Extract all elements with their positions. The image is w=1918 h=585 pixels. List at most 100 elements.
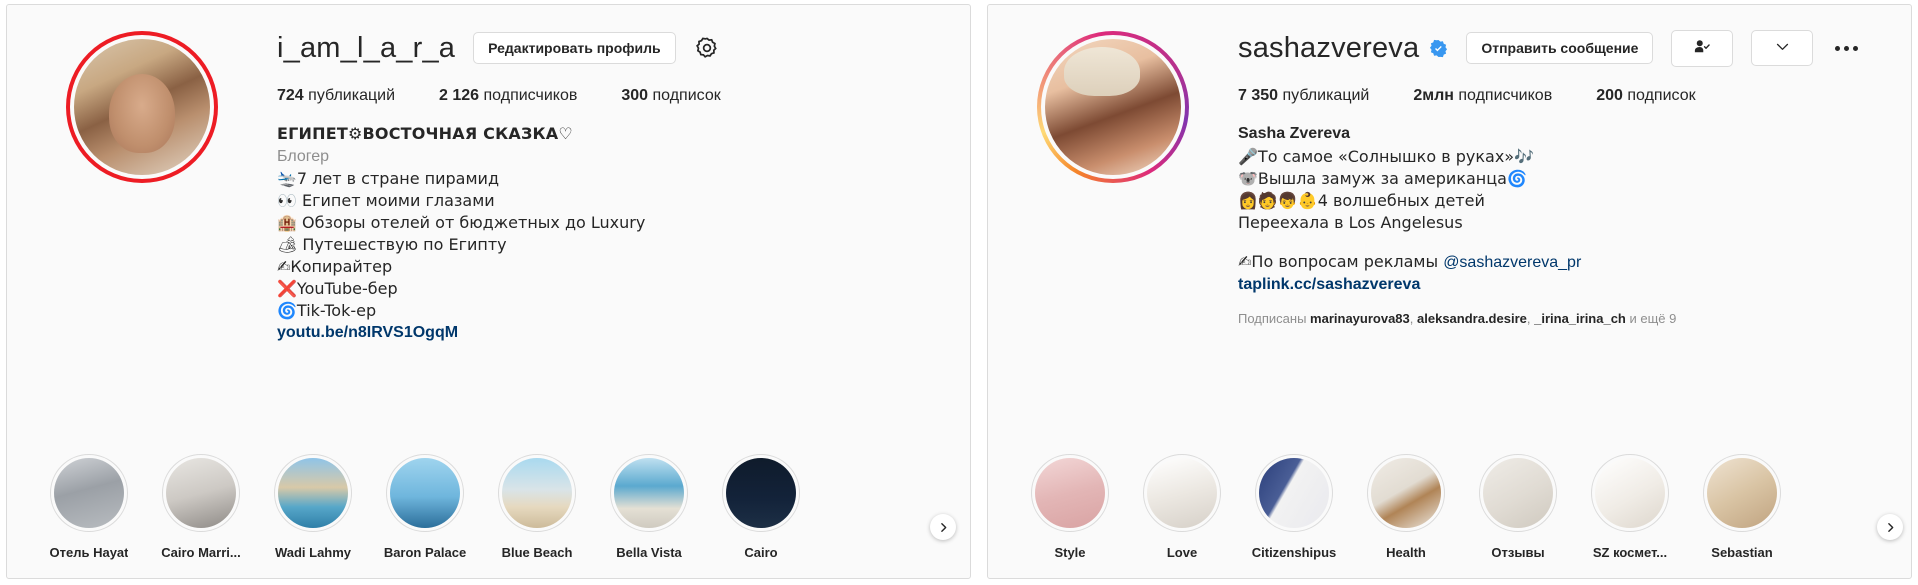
highlight-item[interactable]: SZ космет... bbox=[1574, 454, 1686, 560]
person-check-icon bbox=[1693, 38, 1711, 59]
following-button[interactable] bbox=[1671, 29, 1734, 67]
profile-header-right: sashazvereva Отправить сообщение 7 350 п… bbox=[988, 5, 1911, 328]
bio-line: 🏨 Обзоры отелей от бюджетных до Luxury bbox=[277, 213, 646, 232]
username-row-left: i_am_l_a_r_a Редактировать профиль bbox=[277, 31, 970, 65]
profile-panel-right: sashazvereva Отправить сообщение 7 350 п… bbox=[987, 4, 1912, 579]
bio-line: ❌YouTube-бер bbox=[277, 279, 398, 298]
story-ring[interactable] bbox=[66, 31, 218, 183]
highlight-thumb bbox=[1367, 454, 1445, 532]
highlight-thumb bbox=[1479, 454, 1557, 532]
highlights-next-arrow[interactable] bbox=[1877, 514, 1903, 540]
bio-ad-prefix: ✍По вопросам рекламы bbox=[1238, 252, 1444, 271]
followed-by-name[interactable]: marinayurova83 bbox=[1310, 311, 1410, 326]
avatar[interactable] bbox=[1045, 39, 1181, 175]
highlight-item[interactable]: Style bbox=[1014, 454, 1126, 560]
stat-posts[interactable]: 7 350 публикаций bbox=[1238, 87, 1369, 105]
stats-row-left: 724 публикаций 2 126 подписчиков 300 под… bbox=[277, 87, 970, 105]
bio-spacer bbox=[1238, 234, 1911, 251]
highlight-label: Отель Hayat bbox=[49, 545, 129, 560]
highlight-label: Wadi Lahmy bbox=[274, 545, 352, 560]
bio-line: 🐨Вышла замуж за американца🌀 bbox=[1238, 169, 1527, 188]
highlight-thumb bbox=[1031, 454, 1109, 532]
profile-panel-left: i_am_l_a_r_a Редактировать профиль 724 п… bbox=[6, 4, 971, 579]
edit-profile-button[interactable]: Редактировать профиль bbox=[473, 32, 676, 64]
stat-followers[interactable]: 2 126 подписчиков bbox=[439, 87, 577, 105]
send-message-button[interactable]: Отправить сообщение bbox=[1466, 32, 1654, 64]
username-row-right: sashazvereva Отправить сообщение bbox=[1238, 29, 1911, 67]
bio-external-link[interactable]: youtu.be/n8IRVS1OgqM bbox=[277, 322, 970, 344]
stat-following[interactable]: 300 подписок bbox=[621, 87, 720, 105]
followed-by-name[interactable]: _irina_irina_ch bbox=[1534, 311, 1626, 326]
highlight-thumb bbox=[162, 454, 240, 532]
highlight-thumb bbox=[1255, 454, 1333, 532]
stat-posts-value: 7 350 bbox=[1238, 87, 1279, 104]
highlight-item[interactable]: Cairo Marri... bbox=[145, 454, 257, 560]
highlights-row-right: Style Love Citizenshipus Health Отзывы S… bbox=[988, 454, 1911, 578]
highlight-label: Sebastian bbox=[1711, 545, 1773, 560]
highlight-item[interactable]: Sebastian bbox=[1686, 454, 1798, 560]
stats-row-right: 7 350 публикаций 2млн подписчиков 200 по… bbox=[1238, 87, 1911, 105]
highlight-thumb bbox=[386, 454, 464, 532]
stat-followers-value: 2 126 bbox=[439, 87, 480, 104]
gear-icon[interactable] bbox=[694, 35, 720, 61]
stat-following[interactable]: 200 подписок bbox=[1596, 87, 1695, 105]
profile-dropdown-button[interactable] bbox=[1751, 30, 1814, 66]
story-ring-inner bbox=[70, 35, 214, 179]
highlight-thumb bbox=[1143, 454, 1221, 532]
followed-by-suffix[interactable]: и ещё 9 bbox=[1626, 311, 1677, 326]
stat-posts-label: публикаций bbox=[1282, 87, 1370, 104]
stat-followers-label: подписчиков bbox=[483, 87, 578, 104]
bio-line: 👩🧑👦👶4 волшебных детей bbox=[1238, 191, 1485, 210]
chevron-down-icon bbox=[1774, 38, 1791, 58]
highlight-label: Blue Beach bbox=[501, 545, 573, 560]
highlight-label: Cairo Marri... bbox=[161, 545, 241, 560]
bio-ad-mention[interactable]: @sashazvereva_pr bbox=[1443, 254, 1581, 271]
followed-by-name[interactable]: aleksandra.desire bbox=[1417, 311, 1527, 326]
more-options-icon[interactable] bbox=[1831, 40, 1862, 57]
highlight-thumb bbox=[610, 454, 688, 532]
followed-by: Подписаны marinayurova83, aleksandra.des… bbox=[1238, 311, 1677, 326]
bio-title: ЕГИПЕТ⚙ВОСТОЧНАЯ СКАЗКА♡ bbox=[277, 124, 573, 143]
bio-ad-line: ✍По вопросам рекламы @sashazvereva_pr bbox=[1238, 251, 1911, 274]
highlight-label: Baron Palace bbox=[383, 545, 467, 560]
highlight-item[interactable]: Baron Palace bbox=[369, 454, 481, 560]
highlight-item[interactable]: Citizenshipus bbox=[1238, 454, 1350, 560]
highlight-label: Отзывы bbox=[1491, 545, 1545, 560]
highlight-item[interactable]: Отель Hayat bbox=[33, 454, 145, 560]
bio-subtitle: Блогер bbox=[277, 148, 330, 165]
screenshot-root: i_am_l_a_r_a Редактировать профиль 724 п… bbox=[0, 0, 1918, 585]
story-ring[interactable] bbox=[1037, 31, 1189, 183]
highlight-label: Health bbox=[1386, 545, 1426, 560]
highlight-label: Style bbox=[1054, 545, 1086, 560]
profile-info-left: i_am_l_a_r_a Редактировать профиль 724 п… bbox=[277, 23, 970, 344]
highlight-item[interactable]: Bella Vista bbox=[593, 454, 705, 560]
stat-followers[interactable]: 2млн подписчиков bbox=[1413, 87, 1552, 105]
avatar[interactable] bbox=[74, 39, 210, 175]
highlight-thumb bbox=[50, 454, 128, 532]
followed-by-prefix: Подписаны bbox=[1238, 311, 1311, 326]
profile-info-right: sashazvereva Отправить сообщение 7 350 п… bbox=[1238, 23, 1911, 328]
stat-following-value: 200 bbox=[1596, 87, 1623, 104]
bio-line: Переехала в Los Angelesus bbox=[1238, 213, 1463, 232]
highlights-next-arrow[interactable] bbox=[930, 514, 956, 540]
highlight-item[interactable]: Love bbox=[1126, 454, 1238, 560]
highlight-label: Citizenshipus bbox=[1251, 545, 1337, 560]
bio-left: ЕГИПЕТ⚙ВОСТОЧНАЯ СКАЗКА♡ Блогер 🛬7 лет в… bbox=[277, 123, 970, 344]
bio-line: 🌀Tik-Tok-ер bbox=[277, 301, 377, 320]
bio-external-link[interactable]: taplink.cc/sashazvereva bbox=[1238, 274, 1911, 296]
highlight-item[interactable]: Отзывы bbox=[1462, 454, 1574, 560]
highlight-item[interactable]: Cairo bbox=[705, 454, 817, 560]
verified-badge-icon bbox=[1429, 39, 1448, 58]
highlight-item[interactable]: Health bbox=[1350, 454, 1462, 560]
highlight-thumb bbox=[1703, 454, 1781, 532]
highlight-label: Love bbox=[1166, 545, 1198, 560]
stat-posts-value: 724 bbox=[277, 87, 304, 104]
highlight-item[interactable]: Blue Beach bbox=[481, 454, 593, 560]
avatar-column-left bbox=[7, 23, 277, 344]
stat-posts[interactable]: 724 публикаций bbox=[277, 87, 395, 105]
highlight-label: Bella Vista bbox=[616, 545, 682, 560]
profile-username: i_am_l_a_r_a bbox=[277, 32, 456, 64]
highlight-thumb bbox=[498, 454, 576, 532]
highlight-item[interactable]: Wadi Lahmy bbox=[257, 454, 369, 560]
highlight-label: SZ космет... bbox=[1592, 545, 1668, 560]
